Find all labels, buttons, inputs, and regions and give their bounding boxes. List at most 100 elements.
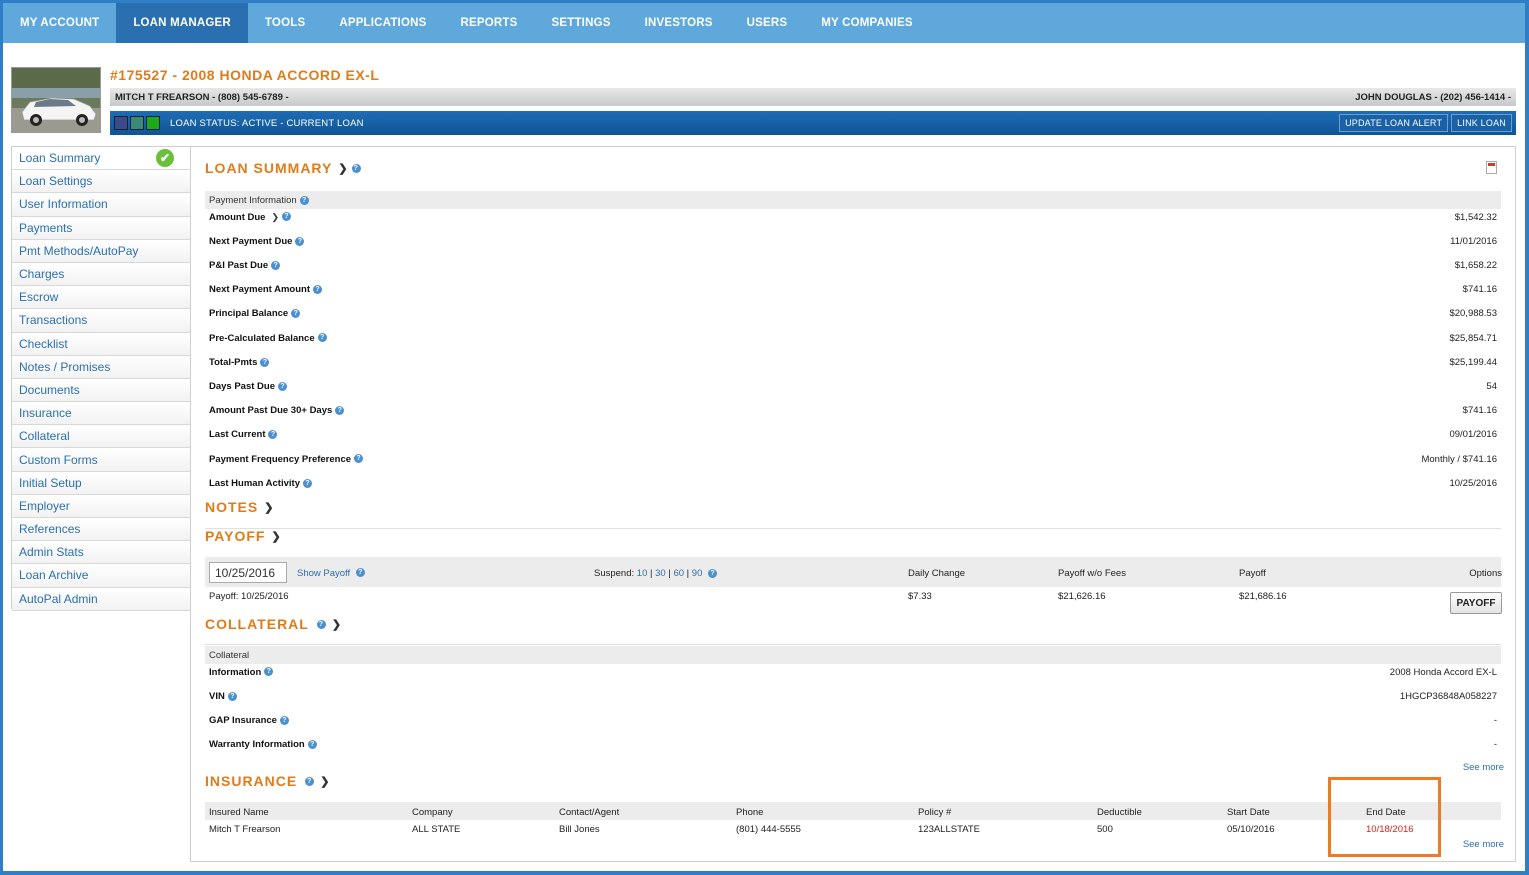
- help-icon[interactable]: ?: [291, 309, 301, 319]
- help-icon[interactable]: ?: [260, 357, 270, 367]
- kv-label: P&I Past Due: [209, 259, 269, 271]
- sidebar-item-loan-settings[interactable]: Loan Settings: [12, 170, 190, 194]
- help-icon[interactable]: ?: [351, 163, 361, 173]
- sidebar-item-loan-summary[interactable]: Loan Summary ✔: [12, 147, 190, 171]
- kv-value: -: [1493, 715, 1497, 727]
- nav-item-applications[interactable]: APPLICATIONS: [322, 3, 443, 43]
- sidebar-item-autopal-admin[interactable]: AutoPal Admin: [12, 587, 190, 611]
- nav-item-tools[interactable]: TOOLS: [248, 3, 322, 43]
- chevron-down-icon[interactable]: ❯: [271, 530, 281, 543]
- help-icon[interactable]: ?: [302, 478, 312, 488]
- help-icon[interactable]: ?: [227, 691, 237, 701]
- help-icon[interactable]: ?: [268, 430, 278, 440]
- sidebar-item-collateral[interactable]: Collateral: [12, 425, 190, 449]
- help-icon[interactable]: ?: [282, 212, 292, 222]
- help-icon[interactable]: ?: [299, 195, 309, 205]
- collateral-title: COLLATERAL: [205, 616, 309, 632]
- kv-label-wrap: Principal Balance?: [209, 308, 301, 320]
- insurance-column-header: Phone: [736, 807, 764, 818]
- kv-label-wrap: Payment Frequency Preference?: [209, 453, 364, 465]
- sidebar-item-label: Collateral: [19, 429, 70, 444]
- help-icon[interactable]: ?: [316, 619, 326, 629]
- chevron-down-icon[interactable]: ❯: [338, 162, 348, 175]
- insurance-column-header: Policy #: [918, 807, 952, 818]
- sidebar-item-loan-archive[interactable]: Loan Archive: [12, 564, 190, 588]
- help-icon[interactable]: ?: [264, 667, 274, 677]
- help-icon[interactable]: ?: [317, 333, 327, 343]
- sidebar-item-custom-forms[interactable]: Custom Forms: [12, 448, 190, 472]
- help-icon[interactable]: ?: [278, 381, 288, 391]
- divider: [205, 528, 1501, 529]
- sidebar-item-employer[interactable]: Employer: [12, 494, 190, 518]
- collateral-see-more-link[interactable]: See more: [1463, 762, 1504, 773]
- sidebar-item-label: References: [19, 522, 81, 537]
- payoff-button[interactable]: PAYOFF: [1450, 592, 1502, 614]
- help-icon[interactable]: ?: [335, 406, 345, 416]
- insurance-heading[interactable]: INSURANCE ? ❯: [205, 773, 330, 789]
- help-icon[interactable]: ?: [313, 285, 322, 295]
- chevron-right-icon[interactable]: ❯: [264, 501, 274, 514]
- sidebar-item-label: Checklist: [19, 336, 68, 351]
- help-icon[interactable]: ?: [295, 236, 305, 246]
- nav-item-my-account[interactable]: MY ACCOUNT: [3, 3, 116, 43]
- sidebar-item-transactions[interactable]: Transactions: [12, 309, 190, 333]
- status-square-3[interactable]: [146, 116, 160, 130]
- notes-heading[interactable]: NOTES ❯: [205, 499, 274, 515]
- chevron-down-icon[interactable]: ❯: [332, 618, 342, 631]
- loan-summary-heading[interactable]: LOAN SUMMARY ❯ ?: [205, 160, 361, 176]
- sidebar-item-charges[interactable]: Charges: [12, 262, 190, 287]
- chevron-right-icon[interactable]: ❯: [271, 212, 279, 222]
- payoff-heading[interactable]: PAYOFF ❯: [205, 528, 282, 544]
- kv-label: Principal Balance: [209, 308, 289, 320]
- kv-label-wrap: Total-Pmts?: [209, 357, 270, 368]
- pdf-icon[interactable]: [1486, 161, 1497, 174]
- sidebar-item-checklist[interactable]: Checklist: [12, 332, 190, 356]
- nav-item-settings[interactable]: SETTINGS: [534, 3, 627, 43]
- sidebar-item-escrow[interactable]: Escrow: [12, 286, 190, 310]
- kv-row: GAP Insurance? -: [205, 713, 1501, 729]
- sidebar-item-label: Insurance: [19, 406, 72, 421]
- borrower-info[interactable]: MITCH T FREARSON - (808) 545-6789 -: [115, 92, 289, 103]
- nav-item-my-companies[interactable]: MY COMPANIES: [804, 3, 929, 43]
- sidebar-item-pmt-methods-autopay[interactable]: Pmt Methods/AutoPay: [12, 239, 190, 263]
- nav-item-loan-manager[interactable]: LOAN MANAGER: [116, 3, 248, 43]
- kv-label: Next Payment Due: [209, 235, 293, 247]
- sidebar-item-notes-promises[interactable]: Notes / Promises: [12, 355, 190, 379]
- help-icon[interactable]: ?: [708, 568, 717, 578]
- help-icon[interactable]: ?: [271, 260, 281, 270]
- help-icon[interactable]: ?: [305, 776, 315, 786]
- nav-item-reports[interactable]: REPORTS: [443, 3, 534, 43]
- kv-label: Payment Frequency Preference: [209, 453, 352, 465]
- suspend-90[interactable]: 90: [692, 568, 703, 579]
- suspend-30[interactable]: 30: [655, 568, 666, 579]
- sidebar-item-payments[interactable]: Payments: [12, 216, 190, 240]
- help-icon[interactable]: ?: [355, 568, 365, 577]
- collateral-heading[interactable]: COLLATERAL ? ❯: [205, 616, 342, 632]
- chevron-down-icon[interactable]: ❯: [320, 775, 330, 788]
- nav-item-investors[interactable]: INVESTORS: [628, 3, 730, 43]
- status-square-1[interactable]: [114, 116, 128, 130]
- help-icon[interactable]: ?: [279, 716, 289, 726]
- nav-item-users[interactable]: USERS: [730, 3, 805, 43]
- link-loan-button[interactable]: LINK LOAN: [1451, 114, 1512, 132]
- insurance-see-more-link[interactable]: See more: [1463, 839, 1504, 850]
- sidebar-item-references[interactable]: References: [12, 518, 190, 542]
- options-header: Options: [1469, 568, 1502, 579]
- divider: [205, 644, 1501, 645]
- sidebar-item-admin-stats[interactable]: Admin Stats: [12, 541, 190, 565]
- suspend-10[interactable]: 10: [637, 568, 648, 579]
- sidebar-item-documents[interactable]: Documents: [12, 378, 190, 403]
- help-icon[interactable]: ?: [307, 740, 317, 750]
- sidebar-item-user-information[interactable]: User Information: [12, 193, 190, 217]
- cosigner-info[interactable]: JOHN DOUGLAS - (202) 456-1414 -: [1355, 92, 1511, 103]
- update-loan-alert-button[interactable]: UPDATE LOAN ALERT: [1339, 114, 1449, 132]
- check-icon: ✔: [156, 149, 174, 167]
- sidebar-item-initial-setup[interactable]: Initial Setup: [12, 471, 190, 495]
- payoff-date-input[interactable]: 10/25/2016: [209, 562, 287, 583]
- suspend-60[interactable]: 60: [673, 568, 684, 579]
- help-icon[interactable]: ?: [354, 454, 364, 464]
- status-square-2[interactable]: [130, 116, 144, 130]
- sidebar-item-insurance[interactable]: Insurance: [12, 402, 190, 426]
- insurance-cell: Bill Jones: [559, 824, 600, 835]
- show-payoff-link[interactable]: Show Payoff ?: [297, 568, 365, 579]
